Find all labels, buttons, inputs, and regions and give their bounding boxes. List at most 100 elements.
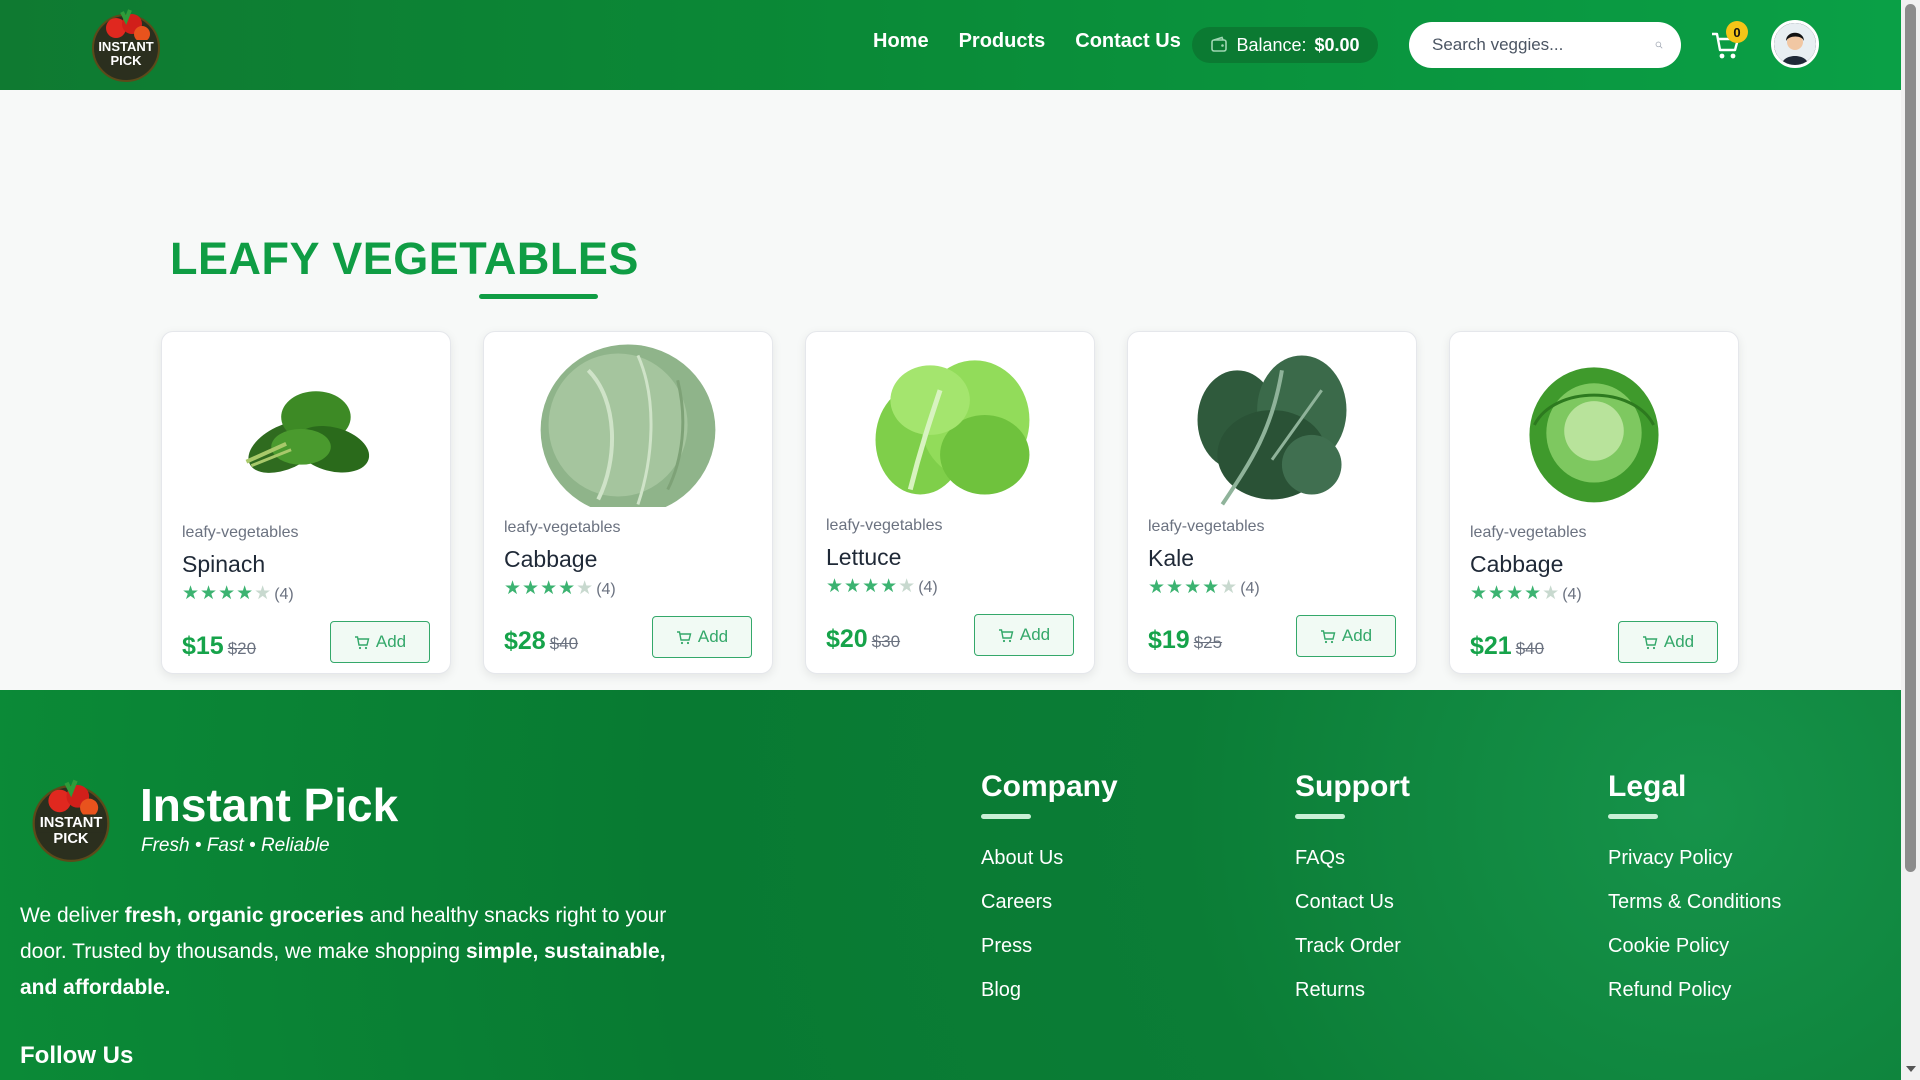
rating-stars: ★★★★★ (4) xyxy=(182,583,294,604)
footer-link-privacy-policy[interactable]: Privacy Policy xyxy=(1608,847,1781,870)
add-to-cart-button[interactable]: Add xyxy=(1618,621,1718,663)
footer-link-contact-us[interactable]: Contact Us xyxy=(1295,891,1410,914)
wallet-icon xyxy=(1211,36,1228,52)
title-underline xyxy=(479,294,598,299)
scroll-down-arrow-icon[interactable] xyxy=(1906,1066,1916,1072)
product-card-lettuce[interactable]: leafy-vegetables Lettuce ★★★★★ (4) $20 $30… xyxy=(805,331,1095,674)
follow-us-heading: Follow Us xyxy=(20,1042,134,1069)
logo-icon[interactable]: INSTANT PICK xyxy=(28,776,114,862)
cart-icon xyxy=(1320,629,1336,643)
footer-link-press[interactable]: Press xyxy=(981,935,1118,958)
review-count: (4) xyxy=(1562,586,1582,603)
cart-count-badge: 0 xyxy=(1726,21,1748,43)
about-text: We deliver xyxy=(20,904,125,927)
add-to-cart-button[interactable]: Add xyxy=(652,616,752,658)
product-card-spinach[interactable]: leafy-vegetables Spinach ★★★★★ (4) $15 $20… xyxy=(161,331,451,674)
product-name: Lettuce xyxy=(826,544,902,570)
add-to-cart-button[interactable]: Add xyxy=(974,614,1074,656)
add-to-cart-button[interactable]: Add xyxy=(1296,615,1396,657)
cabbage-image xyxy=(540,344,716,507)
current-price: $21 xyxy=(1470,632,1512,660)
product-category: leafy-vegetables xyxy=(182,524,299,541)
footer: INSTANT PICK Instant Pick Fresh • Fast •… xyxy=(0,690,1901,1080)
footer-col-title: Company xyxy=(981,770,1118,803)
main-nav: Home Products Contact Us xyxy=(873,30,1181,53)
lettuce-image xyxy=(875,360,1030,495)
footer-col-support: Support FAQs Contact Us Track Order Retu… xyxy=(1295,770,1410,1023)
old-price: $30 xyxy=(871,632,901,651)
cabbage-image xyxy=(1529,367,1659,503)
product-card-kale[interactable]: leafy-vegetables Kale ★★★★★ (4) $19 $25 Ad… xyxy=(1127,331,1417,674)
search-input[interactable] xyxy=(1430,34,1655,56)
nav-contact-us[interactable]: Contact Us xyxy=(1075,30,1181,53)
avatar[interactable] xyxy=(1771,20,1819,68)
footer-link-about-us[interactable]: About Us xyxy=(981,847,1118,870)
footer-link-blog[interactable]: Blog xyxy=(981,979,1118,1002)
product-name: Cabbage xyxy=(504,546,598,572)
cart-icon xyxy=(354,635,370,649)
kale-image xyxy=(1197,355,1347,506)
footer-link-terms[interactable]: Terms & Conditions xyxy=(1608,891,1781,914)
title-underline xyxy=(1608,814,1658,819)
product-name: Cabbage xyxy=(1470,551,1564,577)
product-name: Kale xyxy=(1148,545,1195,571)
logo-icon[interactable]: INSTANT PICK xyxy=(88,6,164,82)
search-box xyxy=(1409,22,1681,68)
footer-link-track-order[interactable]: Track Order xyxy=(1295,935,1410,958)
cart-icon xyxy=(1642,635,1658,649)
footer-link-careers[interactable]: Careers xyxy=(981,891,1118,914)
balance-label: Balance: xyxy=(1236,34,1307,55)
old-price: $25 xyxy=(1193,633,1223,652)
scrollbar-thumb[interactable] xyxy=(1905,4,1916,872)
footer-col-legal: Legal Privacy Policy Terms & Conditions … xyxy=(1608,770,1781,1023)
review-count: (4) xyxy=(596,581,616,598)
product-category: leafy-vegetables xyxy=(1148,518,1265,535)
old-price: $40 xyxy=(1515,639,1545,658)
rating-stars: ★★★★★ (4) xyxy=(1470,583,1582,604)
spinach-image xyxy=(245,391,370,473)
svg-text:PICK: PICK xyxy=(53,831,89,847)
footer-tagline: Fresh • Fast • Reliable xyxy=(141,835,330,856)
title-underline xyxy=(1295,814,1345,819)
product-price: $15 $20 xyxy=(182,632,256,661)
product-card-cabbage[interactable]: leafy-vegetables Cabbage ★★★★★ (4) $28 $40… xyxy=(483,331,773,674)
footer-link-cookie-policy[interactable]: Cookie Policy xyxy=(1608,935,1781,958)
current-price: $15 xyxy=(182,632,224,660)
product-price: $21 $40 xyxy=(1470,632,1544,661)
balance-pill[interactable]: Balance: $0.00 xyxy=(1192,27,1378,63)
footer-link-faqs[interactable]: FAQs xyxy=(1295,847,1410,870)
section-title: LEAFY VEGETABLES xyxy=(170,233,639,284)
add-to-cart-button[interactable]: Add xyxy=(330,621,430,663)
product-price: $20 $30 xyxy=(826,625,900,654)
title-underline xyxy=(981,814,1031,819)
old-price: $40 xyxy=(549,634,579,653)
add-label: Add xyxy=(1019,625,1051,644)
balance-amount: $0.00 xyxy=(1314,34,1360,55)
nav-home[interactable]: Home xyxy=(873,30,929,53)
product-category: leafy-vegetables xyxy=(504,519,621,536)
cart-icon xyxy=(998,628,1014,642)
footer-link-returns[interactable]: Returns xyxy=(1295,979,1410,1002)
footer-about: We deliver fresh, organic groceries and … xyxy=(20,898,700,1006)
footer-link-refund-policy[interactable]: Refund Policy xyxy=(1608,979,1781,1002)
product-price: $28 $40 xyxy=(504,627,578,656)
product-price: $19 $25 xyxy=(1148,626,1222,655)
product-card-cabbage-2[interactable]: leafy-vegetables Cabbage ★★★★★ (4) $21 $40… xyxy=(1449,331,1739,674)
review-count: (4) xyxy=(274,586,294,603)
vertical-scrollbar[interactable] xyxy=(1901,0,1920,1080)
cart-icon xyxy=(676,630,692,644)
add-label: Add xyxy=(1341,626,1373,645)
review-count: (4) xyxy=(918,579,938,596)
rating-stars: ★★★★★ (4) xyxy=(826,576,938,597)
old-price: $20 xyxy=(227,639,257,658)
current-price: $19 xyxy=(1148,626,1190,654)
footer-brand: Instant Pick xyxy=(140,779,399,831)
review-count: (4) xyxy=(1240,580,1260,597)
current-price: $28 xyxy=(504,627,546,655)
add-label: Add xyxy=(697,627,729,646)
product-category: leafy-vegetables xyxy=(1470,524,1587,541)
top-navbar: INSTANT PICK Home Products Contact Us Ba… xyxy=(0,0,1901,90)
avatar-image xyxy=(1774,23,1816,65)
nav-products[interactable]: Products xyxy=(959,30,1046,53)
search-icon[interactable] xyxy=(1655,35,1663,55)
